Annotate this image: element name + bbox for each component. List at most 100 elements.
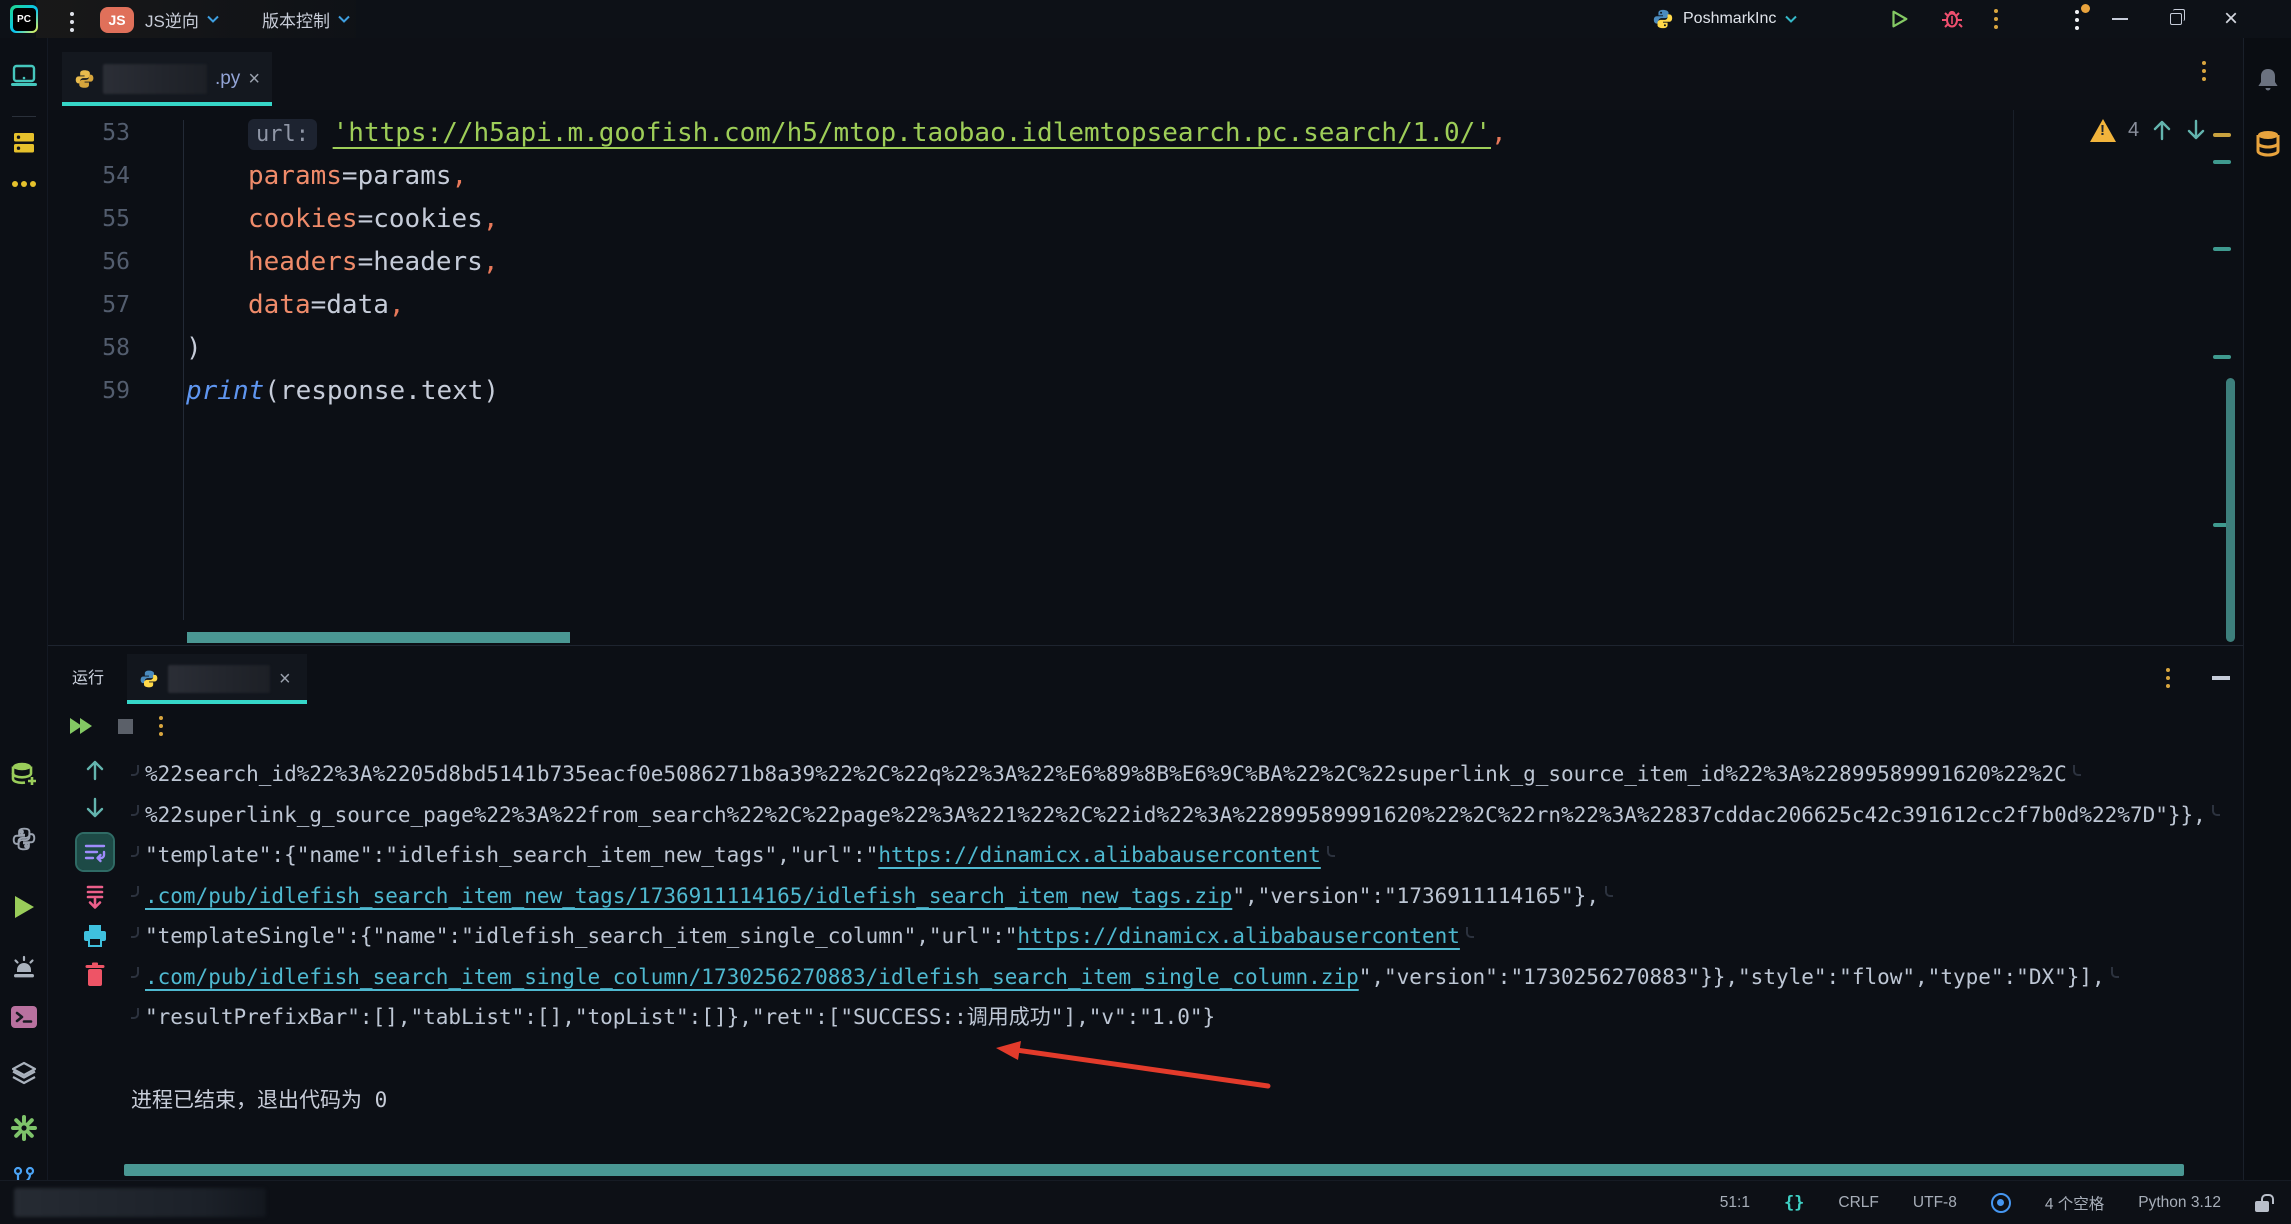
print-icon[interactable] [82, 924, 108, 948]
more-toolwindows-button[interactable] [0, 180, 48, 188]
layers-toolwindow-button[interactable] [0, 1060, 48, 1088]
chevron-down-icon [1785, 15, 1797, 23]
run-tab-close-icon[interactable]: × [279, 669, 291, 689]
editor-tab[interactable]: .py × [62, 52, 272, 106]
sidebar-divider [12, 116, 36, 117]
prev-arrow-icon[interactable] [2151, 118, 2173, 142]
run-configuration-widget[interactable]: PoshmarkInc [1652, 0, 1797, 38]
services-toolwindow-button[interactable] [0, 130, 48, 156]
code-token: headers [248, 247, 358, 277]
warning-icon [2090, 119, 2116, 142]
close-button[interactable]: × [2224, 9, 2238, 29]
vcs-menu[interactable]: 版本控制 [262, 0, 350, 38]
restore-button[interactable] [2170, 13, 2182, 25]
chevron-down-icon [207, 15, 219, 23]
line-number[interactable]: 54 [48, 155, 130, 198]
redacted-filename [103, 64, 207, 94]
console-text: "template":{"name":"idlefish_search_item… [145, 835, 878, 876]
hide-toolwindow-button[interactable] [2212, 676, 2230, 680]
up-stacktrace-icon[interactable] [84, 758, 106, 782]
tabbar-options-kebab-icon[interactable] [2202, 61, 2206, 81]
console-line: %22search_id%22%3A%2205d8bd5141b735eacf0… [131, 754, 2231, 795]
indent-widget[interactable]: 4 个空格 [2045, 1192, 2104, 1214]
unlocked-icon[interactable] [2255, 1201, 2269, 1212]
soft-wrap-toggle[interactable] [77, 834, 113, 870]
console-hyperlink[interactable]: https://dinamicx.alibabausercontent [1017, 916, 1460, 957]
rerun-button[interactable] [70, 718, 92, 734]
window-kebab-icon[interactable] [2066, 10, 2088, 30]
notification-dot [2081, 4, 2090, 13]
run-toolwindow: 运行 × % [48, 645, 2243, 1180]
stripe-mark[interactable] [2213, 355, 2231, 359]
soft-wrap-mark [131, 765, 139, 776]
editor-vertical-scrollbar[interactable] [2226, 378, 2235, 642]
settings-gear-icon[interactable] [0, 1114, 48, 1142]
scroll-to-end-icon[interactable] [84, 884, 106, 910]
line-number[interactable]: 53 [48, 112, 130, 155]
console-hyperlink[interactable]: .com/pub/idlefish_search_item_single_col… [145, 957, 1359, 998]
code-line: 58) [48, 327, 2243, 370]
run-toolwindow-title: 运行 [72, 664, 104, 688]
debug-button[interactable] [1940, 7, 1964, 31]
down-stacktrace-icon[interactable] [84, 796, 106, 820]
line-number[interactable]: 58 [48, 327, 130, 370]
inspections-widget[interactable]: 4 [2090, 118, 2207, 142]
python-file-icon [139, 669, 159, 689]
run-panel-kebab-icon[interactable] [2166, 668, 2170, 688]
database-add-toolwindow-button[interactable] [0, 760, 48, 788]
clear-trash-icon[interactable] [84, 962, 106, 988]
database-toolwindow-button[interactable] [2244, 128, 2291, 158]
stop-button[interactable] [118, 719, 133, 734]
code-line: 57data=data, [48, 284, 2243, 327]
encoding-widget[interactable]: UTF-8 [1913, 1194, 1957, 1212]
python-packages-toolwindow-button[interactable] [0, 826, 48, 852]
run-options-kebab-icon[interactable] [1994, 9, 1998, 29]
titlebar-actions [1888, 0, 1998, 38]
stripe-warning-mark[interactable] [2213, 133, 2231, 137]
main-menu-kebab-icon[interactable] [70, 12, 74, 32]
console-line: .com/pub/idlefish_search_item_new_tags/1… [131, 876, 2231, 917]
project-toolwindow-button[interactable] [0, 64, 48, 88]
notifications-bell-icon[interactable] [2244, 66, 2291, 94]
run-toolbar-kebab-icon[interactable] [159, 716, 163, 736]
next-arrow-icon[interactable] [2185, 118, 2207, 142]
caret-position-widget[interactable]: 51:1 [1720, 1194, 1750, 1212]
run-header-actions [2166, 668, 2230, 688]
line-number[interactable]: 57 [48, 284, 130, 327]
project-menu[interactable]: JS逆向 [145, 0, 219, 38]
code-token: , [483, 204, 499, 234]
terminal-toolwindow-button[interactable] [0, 1004, 48, 1030]
minimize-button[interactable] [2112, 18, 2128, 20]
soft-wrap-mark [131, 886, 139, 897]
editor-horizontal-scrollbar[interactable] [187, 632, 570, 643]
code-token: url: [248, 119, 317, 150]
console-horizontal-scrollbar[interactable] [124, 1164, 2184, 1176]
stripe-mark[interactable] [2213, 160, 2231, 164]
line-number[interactable]: 56 [48, 241, 130, 284]
line-number[interactable]: 55 [48, 198, 130, 241]
highlighting-eye-icon[interactable] [1991, 1193, 2011, 1213]
pycharm-logo-icon[interactable]: PC [10, 5, 38, 33]
run-button[interactable] [1888, 8, 1910, 30]
active-tab-indicator [62, 102, 272, 106]
redacted-run-tab-name [168, 665, 270, 693]
code-token: , [452, 161, 468, 191]
line-number[interactable]: 59 [48, 370, 130, 413]
window-kebab-wrap[interactable] [2066, 6, 2088, 34]
stripe-mark[interactable] [2213, 247, 2231, 251]
code-editor[interactable]: 53url: 'https://h5api.m.goofish.com/h5/m… [48, 110, 2243, 645]
console-text: "templateSingle":{"name":"idlefish_searc… [145, 916, 1017, 957]
console-hyperlink[interactable]: .com/pub/idlefish_search_item_new_tags/1… [145, 876, 1232, 917]
console-output[interactable]: %22search_id%22%3A%2205d8bd5141b735eacf0… [131, 754, 2231, 1038]
console-hyperlink[interactable]: https://dinamicx.alibabausercontent [878, 835, 1321, 876]
problems-toolwindow-button[interactable] [0, 954, 48, 982]
run-toolwindow-button[interactable] [0, 894, 48, 920]
console-toolbar [62, 758, 128, 988]
code-style-braces-icon[interactable]: {} [1784, 1193, 1804, 1213]
warning-count: 4 [2128, 119, 2139, 142]
tab-close-icon[interactable]: × [248, 69, 260, 89]
interpreter-widget[interactable]: Python 3.12 [2138, 1194, 2221, 1212]
project-avatar[interactable]: JS [100, 7, 134, 33]
line-separator-widget[interactable]: CRLF [1838, 1194, 1878, 1212]
run-tab[interactable]: × [127, 654, 307, 704]
